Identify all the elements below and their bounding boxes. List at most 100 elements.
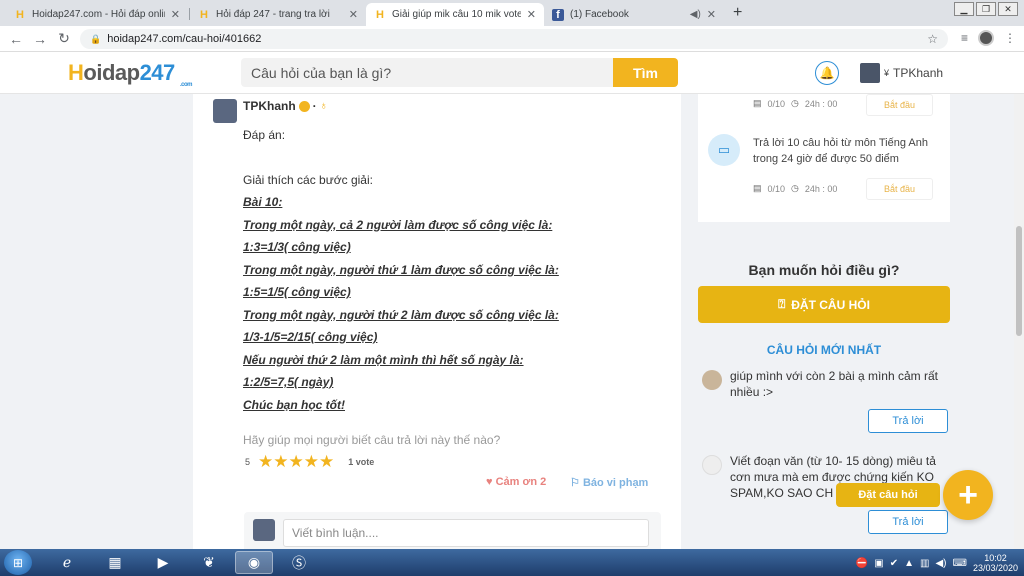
close-icon[interactable]: ✕ bbox=[349, 8, 358, 21]
network-icon[interactable]: ▥ bbox=[920, 558, 929, 569]
back-arrow-icon[interactable]: ← bbox=[4, 31, 28, 47]
file-explorer-icon[interactable]: ▦ bbox=[96, 551, 134, 574]
windows-taskbar: ⊞ ℯ ▦ ▶ ❦ ◉ Ⓢ ⛔ ▣ ✔ ▲ ▥ ◀) ⌨ 10:02 23/03… bbox=[0, 549, 1024, 576]
ask-question-button[interactable]: ⍰ ĐẶT CÂU HỎI bbox=[698, 286, 950, 323]
tray-icon[interactable]: ▲ bbox=[904, 558, 914, 569]
skype-icon[interactable]: Ⓢ bbox=[280, 551, 318, 574]
rating-row: 5 ★★★★★ 1 vote bbox=[245, 452, 374, 472]
site-logo[interactable]: Hoidap247 .com bbox=[68, 60, 193, 88]
clock[interactable]: 10:02 23/03/2020 bbox=[973, 553, 1018, 573]
tray-icon[interactable]: ✔ bbox=[890, 558, 898, 569]
star-rating[interactable]: ★★★★★ bbox=[258, 452, 334, 472]
reply-button[interactable]: Trả lời bbox=[868, 409, 948, 433]
close-icon[interactable]: ✕ bbox=[171, 8, 180, 21]
profile-avatar[interactable] bbox=[978, 30, 994, 46]
answer-line: 1/3-1/5=2/15( công việc) bbox=[243, 330, 378, 344]
task-meta: ▤ 0/10 ◷ 24h : 00 bbox=[753, 183, 838, 194]
avatar bbox=[702, 370, 722, 390]
maximize-icon[interactable]: ❐ bbox=[976, 2, 996, 16]
reload-icon[interactable]: ↻ bbox=[52, 30, 76, 47]
answer-line: Bài 10: bbox=[243, 195, 283, 209]
bell-icon[interactable]: 🔔 bbox=[815, 61, 839, 85]
answer-line: 1:5=1/5( công việc) bbox=[243, 285, 351, 299]
report-button[interactable]: ⚐ Báo vi phạm bbox=[570, 476, 648, 489]
internet-explorer-icon[interactable]: ℯ bbox=[48, 551, 86, 574]
ask-fab-label[interactable]: Đặt câu hỏi bbox=[836, 483, 940, 507]
search-input[interactable]: Câu hỏi của bạn là gì? bbox=[241, 58, 613, 87]
tab-title: Hỏi đáp 247 - trang tra lời bbox=[216, 9, 330, 20]
new-tab-icon[interactable]: + bbox=[733, 4, 742, 22]
question-text[interactable]: giúp mình với còn 2 bài ạ mình cảm rất n… bbox=[730, 368, 945, 400]
ask-heading: Bạn muốn hỏi điều gì? bbox=[748, 262, 900, 278]
answer-line: Chúc bạn học tốt! bbox=[243, 397, 345, 412]
avatar bbox=[253, 519, 275, 541]
avatar bbox=[860, 63, 880, 83]
media-player-icon[interactable]: ▶ bbox=[144, 551, 182, 574]
task-meta: ▤ 0/10 ◷ 24h : 00 bbox=[753, 98, 838, 109]
document-icon: ▤ bbox=[753, 183, 762, 193]
clock-icon: ◷ bbox=[791, 98, 799, 108]
start-task-button[interactable]: Bắt đầu bbox=[866, 94, 933, 116]
page-scrollbar[interactable] bbox=[1014, 94, 1024, 549]
browser-tab-bar: H Hoidap247.com - Hỏi đáp online ✕ H Hỏi… bbox=[0, 0, 1024, 26]
tab-title: Giải giúp mik câu 10 mik vote 5 s bbox=[392, 9, 521, 20]
app-icon[interactable]: ❦ bbox=[190, 551, 228, 574]
author-avatar[interactable] bbox=[213, 99, 237, 123]
window-controls: ▁ ❐ ✕ bbox=[954, 2, 1018, 16]
bookmark-star-icon[interactable]: ☆ bbox=[927, 32, 938, 46]
scrollbar-thumb[interactable] bbox=[1016, 226, 1022, 336]
flag-icon: ⚐ bbox=[570, 477, 580, 489]
tab-current-question[interactable]: H Giải giúp mik câu 10 mik vote 5 s ✕ bbox=[366, 3, 544, 26]
vote-count: 1 vote bbox=[348, 457, 375, 467]
crown-badge-icon bbox=[298, 100, 310, 112]
language-icon[interactable]: ⌨ bbox=[953, 558, 967, 569]
minimize-icon[interactable]: ▁ bbox=[954, 2, 974, 16]
media-control-icon[interactable]: ≡ bbox=[961, 31, 968, 45]
tray-icon[interactable]: ▣ bbox=[874, 558, 883, 569]
lock-icon: 🔒 bbox=[90, 33, 102, 44]
chat-bubble-icon: ▭ bbox=[708, 134, 740, 166]
hoidap-favicon-icon: H bbox=[16, 8, 24, 21]
windows-start-icon[interactable]: ⊞ bbox=[4, 550, 32, 575]
answer-line: Trong một ngày, cả 2 người làm được số c… bbox=[243, 217, 553, 232]
address-bar[interactable]: 🔒 hoidap247.com/cau-hoi/401662 ☆ bbox=[80, 29, 948, 49]
plus-icon[interactable]: + bbox=[943, 470, 993, 520]
close-icon[interactable]: ✕ bbox=[707, 8, 716, 21]
toolbar-actions: ≡ ⋮ bbox=[961, 30, 1016, 46]
answer-line: Trong một ngày, người thứ 2 làm được số … bbox=[243, 307, 559, 322]
author-name[interactable]: TPKhanh bbox=[243, 99, 296, 113]
browser-toolbar: ← → ↻ 🔒 hoidap247.com/cau-hoi/401662 ☆ ≡… bbox=[0, 26, 1024, 52]
start-task-button[interactable]: Bắt đầu bbox=[866, 178, 933, 200]
task-description: Trả lời 10 câu hỏi từ môn Tiếng Anh tron… bbox=[753, 137, 928, 165]
heart-icon: ♥ bbox=[486, 476, 493, 488]
speaker-icon: ◀) bbox=[689, 9, 701, 20]
tab-facebook[interactable]: f (1) Facebook ◀) ✕ bbox=[544, 3, 724, 26]
answer-line: Trong một ngày, người thứ 1 làm được số … bbox=[243, 262, 559, 277]
close-icon[interactable]: ✕ bbox=[527, 8, 536, 21]
facebook-favicon-icon: f bbox=[552, 8, 564, 21]
volume-icon[interactable]: ◀) bbox=[935, 558, 946, 569]
answer-label: Đáp án: bbox=[243, 128, 286, 142]
comment-input[interactable]: Viết bình luận.... bbox=[283, 519, 649, 547]
url-text: hoidap247.com/cau-hoi/401662 bbox=[107, 33, 262, 45]
more-menu-icon[interactable]: ⋮ bbox=[1004, 31, 1016, 45]
answer-card: TPKhanh · ♁ Đáp án: Giải thích các bước … bbox=[193, 94, 681, 549]
system-tray: ⛔ ▣ ✔ ▲ ▥ ◀) ⌨ 10:02 23/03/2020 bbox=[856, 553, 1018, 573]
chrome-icon[interactable]: ◉ bbox=[235, 551, 273, 574]
avatar bbox=[702, 455, 722, 475]
tray-icon[interactable]: ⛔ bbox=[856, 558, 868, 569]
hoidap-favicon-icon: H bbox=[376, 8, 384, 21]
thanks-button[interactable]: ♥ Cảm ơn 2 bbox=[486, 476, 546, 488]
header-user-menu[interactable]: ¥ TPKhanh bbox=[860, 63, 943, 83]
forward-arrow-icon[interactable]: → bbox=[28, 31, 52, 47]
answer-line: Nếu người thứ 2 làm một mình thì hết số … bbox=[243, 352, 524, 367]
medal-icon: ♁ bbox=[319, 100, 328, 112]
tab-hoidap-home[interactable]: H Hoidap247.com - Hỏi đáp online ✕ bbox=[6, 3, 188, 26]
tab-hoidap-answer[interactable]: H Hỏi đáp 247 - trang tra lời ✕ bbox=[190, 3, 366, 26]
explain-label: Giải thích các bước giải: bbox=[243, 172, 373, 187]
search-button[interactable]: Tìm bbox=[613, 58, 678, 87]
comment-area: Viết bình luận.... bbox=[244, 512, 661, 549]
close-window-icon[interactable]: ✕ bbox=[998, 2, 1018, 16]
reply-button[interactable]: Trả lời bbox=[868, 510, 948, 534]
tab-title: Hoidap247.com - Hỏi đáp online bbox=[32, 9, 165, 20]
